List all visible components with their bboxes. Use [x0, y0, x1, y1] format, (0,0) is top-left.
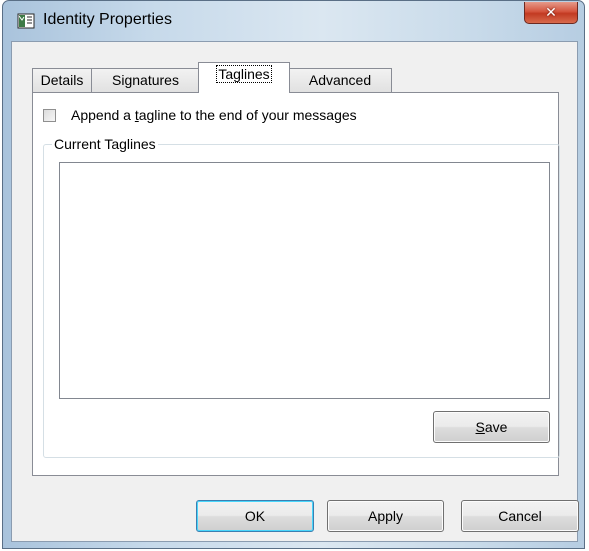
tab-signatures-label: Signatures — [112, 72, 179, 88]
tab-taglines-label: Taglines — [216, 65, 272, 83]
dialog-client-area: Details Signatures Taglines Advanced App… — [11, 41, 579, 542]
tab-advanced-label: Advanced — [308, 72, 372, 88]
window-title: Identity Properties — [43, 11, 172, 28]
current-taglines-group: Current Taglines Save — [43, 136, 560, 458]
cancel-button[interactable]: Cancel — [461, 500, 579, 532]
save-button[interactable]: Save — [433, 411, 550, 443]
taglines-textarea[interactable] — [59, 162, 550, 399]
close-button[interactable]: ✕ — [524, 2, 578, 24]
dialog-window: Identity Properties ✕ Details Signatures… — [2, 0, 585, 549]
save-button-label: Save — [475, 419, 508, 435]
taglines-panel: Append a tagline to the end of your mess… — [32, 92, 560, 476]
ok-button[interactable]: OK — [196, 500, 314, 532]
tab-advanced[interactable]: Advanced — [288, 68, 392, 92]
close-icon: ✕ — [545, 4, 557, 21]
identity-properties-icon — [17, 12, 35, 30]
apply-button[interactable]: Apply — [327, 500, 444, 532]
tab-signatures[interactable]: Signatures — [91, 68, 200, 92]
append-tagline-label: Append a tagline to the end of your mess… — [71, 107, 357, 123]
apply-button-label: Apply — [367, 508, 404, 524]
tab-details-label: Details — [40, 72, 84, 88]
current-taglines-label: Current Taglines — [52, 136, 158, 152]
tab-details[interactable]: Details — [32, 68, 92, 92]
append-tagline-checkbox[interactable] — [43, 108, 56, 122]
cancel-button-label: Cancel — [498, 508, 542, 524]
ok-button-label: OK — [244, 508, 266, 524]
append-tagline-option[interactable]: Append a tagline to the end of your mess… — [43, 107, 357, 123]
title-bar[interactable]: Identity Properties ✕ — [3, 1, 584, 41]
tab-taglines[interactable]: Taglines — [198, 62, 290, 93]
